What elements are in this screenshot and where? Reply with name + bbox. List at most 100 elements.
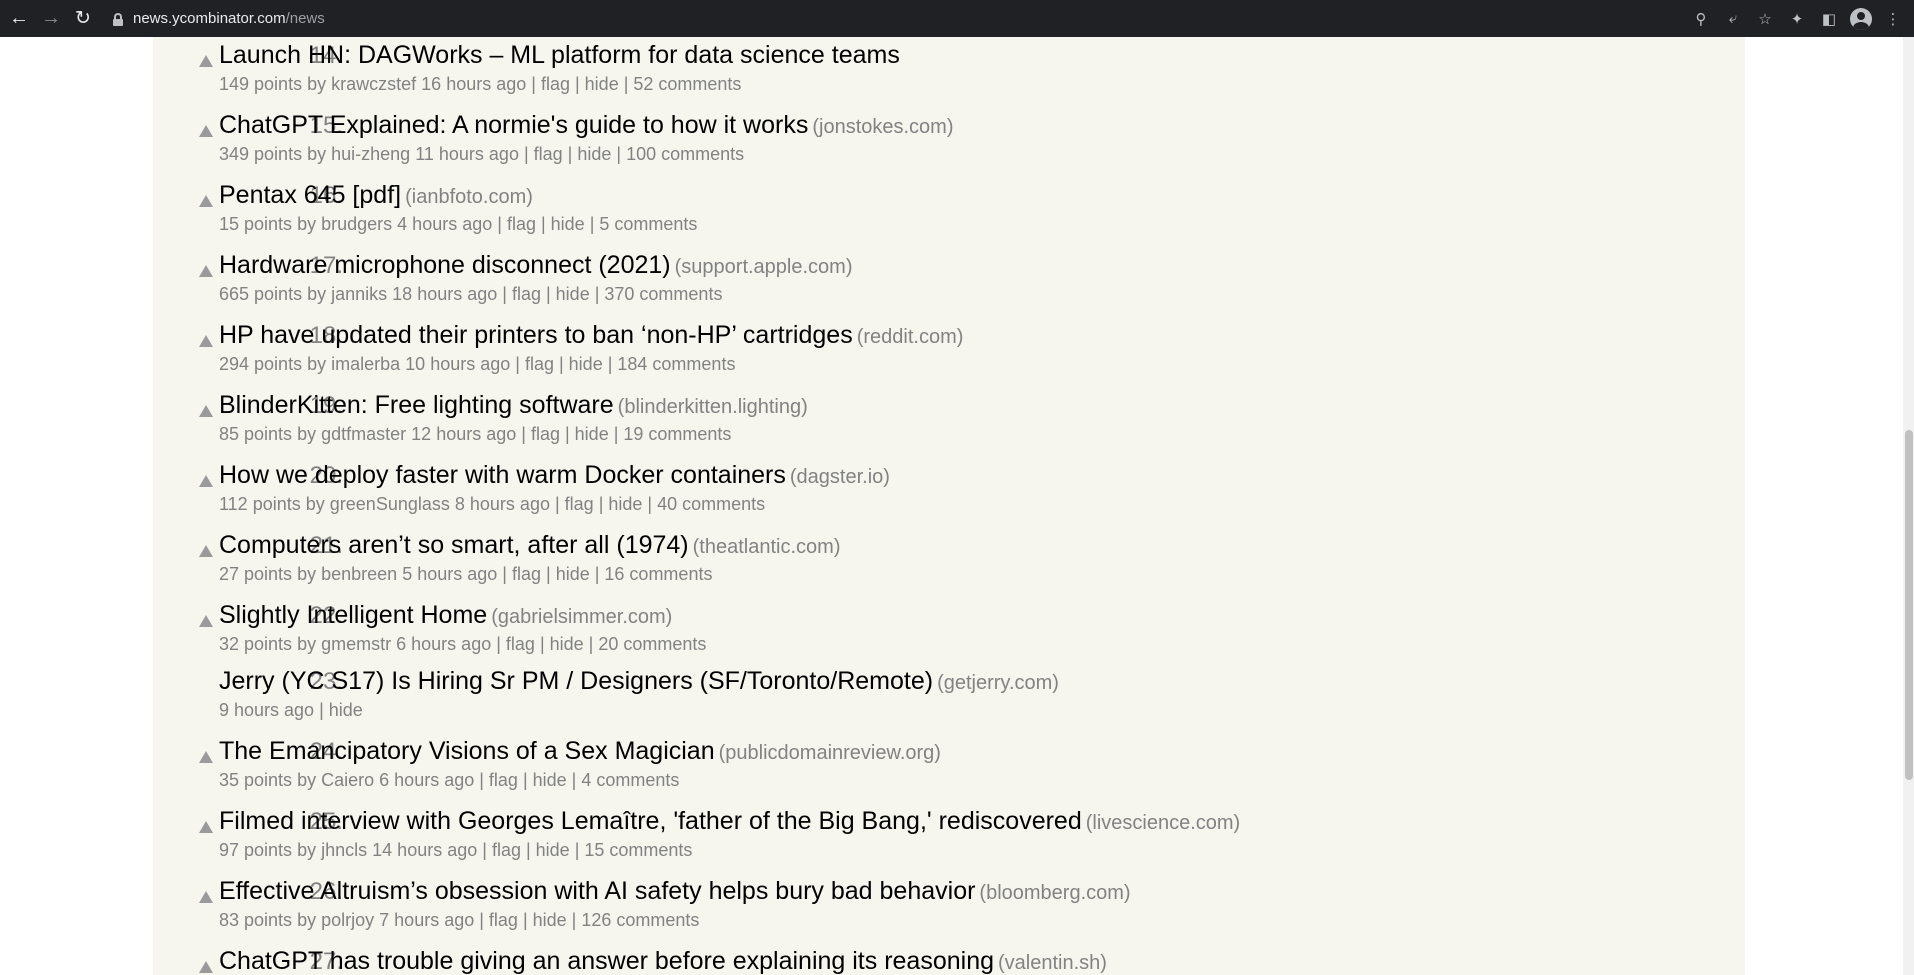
flag-link[interactable]: flag [506, 634, 535, 654]
story-age-link[interactable]: 9 hours ago [219, 700, 314, 720]
hide-link[interactable]: hide [556, 564, 590, 584]
comments-link[interactable]: 4 comments [581, 770, 679, 790]
hide-link[interactable]: hide [575, 424, 609, 444]
flag-link[interactable]: flag [512, 284, 541, 304]
story-site-link[interactable]: (livescience.com) [1086, 812, 1240, 834]
flag-link[interactable]: flag [492, 840, 521, 860]
upvote-arrow-icon[interactable] [199, 265, 213, 277]
story-site-link[interactable]: (ianbfoto.com) [405, 186, 533, 208]
story-age-link[interactable]: 8 hours ago [455, 494, 550, 514]
share-icon[interactable]: ⤶ [1720, 6, 1746, 32]
hide-link[interactable]: hide [536, 840, 570, 860]
upvote-arrow-icon[interactable] [199, 55, 213, 67]
story-user-link[interactable]: brudgers [321, 214, 392, 234]
flag-link[interactable]: flag [489, 770, 518, 790]
story-age-link[interactable]: 14 hours ago [372, 840, 477, 860]
side-panel-icon[interactable]: ◧ [1816, 6, 1842, 32]
story-site-link[interactable]: (publicdomainreview.org) [719, 742, 941, 764]
story-title-link[interactable]: ChatGPT has trouble giving an answer bef… [219, 947, 994, 975]
comments-link[interactable]: 19 comments [623, 424, 731, 444]
story-title-link[interactable]: BlinderKitten: Free lighting software [219, 391, 614, 419]
extensions-puzzle-icon[interactable]: ✦ [1784, 6, 1810, 32]
upvote-arrow-icon[interactable] [199, 751, 213, 763]
story-user-link[interactable]: greenSunglass [330, 494, 450, 514]
flag-link[interactable]: flag [525, 354, 554, 374]
story-user-link[interactable]: polrjoy [321, 910, 374, 930]
story-site-link[interactable]: (support.apple.com) [675, 256, 853, 278]
story-title-link[interactable]: Effective Altruism’s obsession with AI s… [219, 877, 975, 905]
hide-link[interactable]: hide [550, 634, 584, 654]
hide-link[interactable]: hide [608, 494, 642, 514]
upvote-arrow-icon[interactable] [199, 335, 213, 347]
story-age-link[interactable]: 7 hours ago [379, 910, 474, 930]
story-age-link[interactable]: 12 hours ago [411, 424, 516, 444]
upvote-arrow-icon[interactable] [199, 891, 213, 903]
story-user-link[interactable]: krawczstef [331, 74, 416, 94]
story-age-link[interactable]: 5 hours ago [402, 564, 497, 584]
story-title-link[interactable]: Launch HN: DAGWorks – ML platform for da… [219, 41, 900, 69]
flag-link[interactable]: flag [541, 74, 570, 94]
flag-link[interactable]: flag [489, 910, 518, 930]
story-site-link[interactable]: (bloomberg.com) [979, 882, 1130, 904]
story-age-link[interactable]: 6 hours ago [379, 770, 474, 790]
comments-link[interactable]: 184 comments [617, 354, 735, 374]
story-user-link[interactable]: imalerba [331, 354, 400, 374]
hide-link[interactable]: hide [533, 770, 567, 790]
upvote-arrow-icon[interactable] [199, 615, 213, 627]
story-age-link[interactable]: 16 hours ago [421, 74, 526, 94]
story-title-link[interactable]: Jerry (YC S17) Is Hiring Sr PM / Designe… [219, 667, 933, 695]
comments-link[interactable]: 126 comments [581, 910, 699, 930]
hide-link[interactable]: hide [577, 144, 611, 164]
story-title-link[interactable]: Filmed interview with Georges Lemaître, … [219, 807, 1082, 835]
hide-link[interactable]: hide [569, 354, 603, 374]
address-bar[interactable]: news.ycombinator.com/news [113, 5, 325, 33]
menu-kebab-icon[interactable]: ⋮ [1880, 6, 1906, 32]
upvote-arrow-icon[interactable] [199, 195, 213, 207]
flag-link[interactable]: flag [507, 214, 536, 234]
story-site-link[interactable]: (gabrielsimmer.com) [491, 606, 672, 628]
forward-arrow-icon[interactable]: → [35, 3, 67, 35]
story-title-link[interactable]: Computers aren’t so smart, after all (19… [219, 531, 689, 559]
comments-link[interactable]: 5 comments [599, 214, 697, 234]
comments-link[interactable]: 20 comments [598, 634, 706, 654]
flag-link[interactable]: flag [534, 144, 563, 164]
back-arrow-icon[interactable]: ← [3, 3, 35, 35]
story-title-link[interactable]: Slightly Intelligent Home [219, 601, 487, 629]
hide-link[interactable]: hide [585, 74, 619, 94]
comments-link[interactable]: 15 comments [584, 840, 692, 860]
upvote-arrow-icon[interactable] [199, 475, 213, 487]
profile-avatar-icon[interactable] [1848, 6, 1874, 32]
upvote-arrow-icon[interactable] [199, 405, 213, 417]
reload-icon[interactable]: ↻ [67, 3, 99, 35]
upvote-arrow-icon[interactable] [199, 125, 213, 137]
story-site-link[interactable]: (valentin.sh) [998, 952, 1107, 974]
story-age-link[interactable]: 11 hours ago [415, 144, 519, 164]
story-user-link[interactable]: benbreen [321, 564, 397, 584]
zoom-icon[interactable]: ⚲ [1688, 6, 1714, 32]
story-title-link[interactable]: HP have updated their printers to ban ‘n… [219, 321, 853, 349]
story-age-link[interactable]: 6 hours ago [396, 634, 491, 654]
story-user-link[interactable]: janniks [331, 284, 387, 304]
story-user-link[interactable]: gdtfmaster [321, 424, 406, 444]
comments-link[interactable]: 16 comments [604, 564, 712, 584]
story-user-link[interactable]: hui-zheng [331, 144, 410, 164]
story-age-link[interactable]: 18 hours ago [392, 284, 497, 304]
comments-link[interactable]: 52 comments [633, 74, 741, 94]
hide-link[interactable]: hide [551, 214, 585, 234]
comments-link[interactable]: 370 comments [604, 284, 722, 304]
story-title-link[interactable]: How we deploy faster with warm Docker co… [219, 461, 786, 489]
story-site-link[interactable]: (blinderkitten.lighting) [618, 396, 808, 418]
bookmark-star-icon[interactable]: ☆ [1752, 6, 1778, 32]
story-title-link[interactable]: ChatGPT Explained: A normie's guide to h… [219, 111, 808, 139]
upvote-arrow-icon[interactable] [199, 961, 213, 973]
upvote-arrow-icon[interactable] [199, 545, 213, 557]
scrollbar-thumb[interactable] [1905, 430, 1913, 780]
story-title-link[interactable]: Pentax 645 [pdf] [219, 181, 401, 209]
story-site-link[interactable]: (dagster.io) [790, 466, 890, 488]
story-site-link[interactable]: (theatlantic.com) [693, 536, 841, 558]
flag-link[interactable]: flag [512, 564, 541, 584]
flag-link[interactable]: flag [531, 424, 560, 444]
story-age-link[interactable]: 4 hours ago [397, 214, 492, 234]
comments-link[interactable]: 40 comments [657, 494, 765, 514]
story-title-link[interactable]: The Emancipatory Visions of a Sex Magici… [219, 737, 715, 765]
